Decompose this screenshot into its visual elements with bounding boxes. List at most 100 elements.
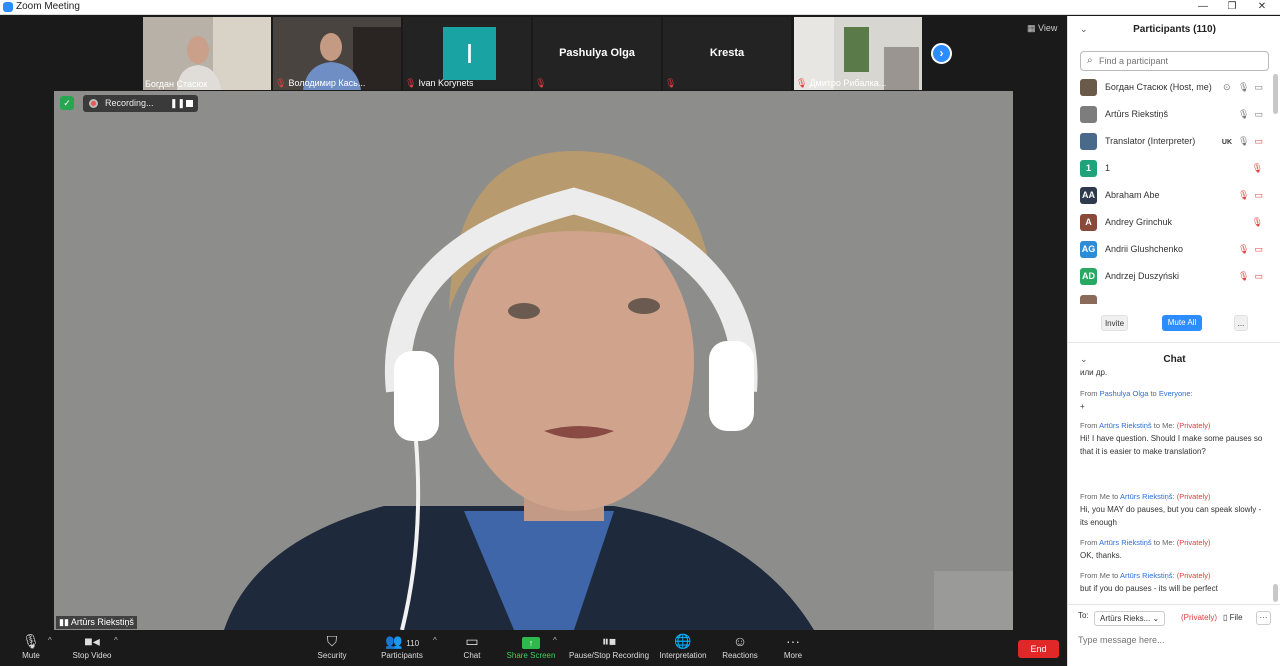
tile-name: 🎙 — [535, 78, 548, 89]
chat-message: From Artūrs Riekstiņš to Me: (Privately)… — [1080, 538, 1211, 560]
stop-video-button[interactable]: ■◂ Stop Video — [68, 632, 116, 660]
panel-divider — [1068, 342, 1280, 343]
maximize-button[interactable]: ❐ — [1218, 0, 1246, 15]
recording-dot-icon — [89, 99, 98, 108]
chat-button[interactable]: ▭ Chat — [460, 632, 484, 660]
muted-mic-icon: 🎙 — [1238, 190, 1250, 200]
end-meeting-button[interactable]: End — [1018, 640, 1059, 658]
muted-mic-icon: 🎙 — [275, 78, 287, 88]
mute-all-button[interactable]: Mute All — [1162, 315, 1202, 331]
avatar — [1080, 295, 1097, 304]
participant-row[interactable]: 1 1 🎙 — [1068, 156, 1273, 183]
stop-recording-icon[interactable] — [186, 100, 193, 107]
participant-search-input[interactable] — [1099, 54, 1264, 68]
chat-message: From Pashulya Olga to Everyone: + — [1080, 389, 1193, 411]
chat-scrollbar[interactable] — [1273, 584, 1278, 602]
tile-name: Богдан Стасюк — [145, 79, 208, 89]
tile-name: 🎙 Дмитро Рибалка... — [796, 78, 887, 88]
participant-row[interactable]: Artūrs Riekstiņš 🎙 ▭ — [1068, 102, 1273, 129]
ellipsis-icon: ··· — [786, 633, 800, 649]
avatar: AG — [1080, 241, 1097, 258]
participants-caret-icon[interactable]: ^ — [433, 636, 437, 645]
participant-row[interactable]: AG Andrii Glushchenko 🎙 ▭ — [1068, 237, 1273, 264]
close-button[interactable]: ✕ — [1248, 0, 1276, 15]
chat-message: From Me to Artūrs Riekstiņš: (Privately)… — [1080, 571, 1218, 593]
participants-button[interactable]: 👥 110 Participants — [378, 632, 426, 660]
video-tile[interactable]: 🎙 Дмитро Рибалка... — [794, 17, 922, 90]
recording-indicator: Recording... ❚❚ — [83, 95, 198, 112]
participants-list: Богдан Стасюк (Host, me) ⊙ 🎙 ▭ Artūrs Ri… — [1068, 75, 1273, 304]
muted-mic-icon: 🎙 — [1238, 271, 1250, 281]
muted-mic-icon: 🎙 — [1251, 217, 1263, 227]
pause-recording-icon[interactable]: ❚❚ — [170, 98, 185, 109]
security-button[interactable]: ⛉ Security — [314, 632, 350, 660]
tile-name: 🎙 Ivan Korynets — [405, 78, 474, 88]
chat-bubble-icon: ▭ — [465, 633, 479, 649]
tile-center-name: Kresta — [709, 47, 745, 59]
muted-mic-icon: 🎙 — [1251, 163, 1263, 173]
audio-options-caret-icon[interactable]: ^ — [48, 636, 52, 645]
interpretation-button[interactable]: 🌐 Interpretation — [656, 632, 710, 660]
meeting-area: Богдан Стасюк 🎙 Володимир Кась... I 🎙 Ivan… — [0, 16, 1067, 630]
mute-button[interactable]: 🎙 Mute — [18, 632, 44, 660]
chat-messages: или др. From Pashulya Olga to Everyone: … — [1068, 366, 1273, 598]
pause-stop-recording-button[interactable]: ⏸⏹ Pause/Stop Recording — [567, 632, 651, 660]
chat-title: Chat — [1163, 354, 1186, 365]
video-off-icon: ▭ — [1254, 244, 1263, 254]
chat-input-divider — [1068, 604, 1280, 605]
next-page-arrow-icon[interactable]: › — [931, 43, 952, 64]
video-icon: ▭ — [1254, 82, 1263, 92]
avatar — [1080, 106, 1097, 123]
security-shield-icon[interactable]: ✓ — [60, 96, 74, 110]
participant-row[interactable] — [1068, 291, 1273, 304]
participant-row[interactable]: Translator (Interpreter) UK 🎙 ▭ — [1068, 129, 1273, 156]
participants-more-button[interactable]: ... — [1234, 315, 1248, 331]
share-options-caret-icon[interactable]: ^ — [553, 636, 557, 645]
invite-button[interactable]: Invite — [1101, 315, 1128, 331]
side-panel: ⌄ Participants (110) ⌕ Богдан Стасюк (Ho… — [1067, 16, 1280, 666]
active-speaker-video: ✓ Recording... ❚❚ ▮▮ Artūrs Riekstiņš — [54, 91, 1013, 630]
video-tile[interactable]: 🎙 Володимир Кась... — [273, 17, 401, 90]
title-bar: Zoom Meeting — ❐ ✕ — [0, 0, 1280, 15]
more-button[interactable]: ··· More — [780, 632, 806, 660]
chat-message: From Me to Artūrs Riekstiņš: (Privately)… — [1080, 492, 1262, 527]
video-camera-icon: ■◂ — [84, 633, 100, 649]
video-tile[interactable]: Богдан Стасюк — [143, 17, 271, 90]
video-tile[interactable]: Kresta 🎙 — [663, 17, 791, 90]
chat-more-button[interactable]: ··· — [1256, 611, 1271, 625]
globe-icon: 🌐 — [674, 633, 692, 649]
participant-row[interactable]: Богдан Стасюк (Host, me) ⊙ 🎙 ▭ — [1068, 75, 1273, 102]
to-label: To: — [1078, 611, 1089, 620]
muted-mic-icon: 🎙 — [665, 78, 677, 88]
tile-center-name: Pashulya Olga — [559, 47, 635, 59]
video-icon: ▭ — [1254, 109, 1263, 119]
avatar: A — [1080, 214, 1097, 231]
recording-icon: ⊙ — [1222, 82, 1231, 92]
participant-row[interactable]: A Andrey Grinchuk 🎙 — [1068, 210, 1273, 237]
minimize-button[interactable]: — — [1189, 0, 1217, 15]
chat-message-input[interactable] — [1078, 632, 1268, 648]
reactions-button[interactable]: ☺ Reactions — [720, 632, 760, 660]
tile-name: 🎙 — [665, 78, 678, 89]
video-off-icon: ▭ — [1254, 190, 1263, 200]
recipient-select[interactable]: Artūrs Rieks... ⌄ — [1094, 611, 1166, 626]
video-tile[interactable]: Pashulya Olga 🎙 — [533, 17, 661, 90]
share-screen-button[interactable]: ↑ Share Screen — [505, 632, 557, 660]
meeting-toolbar: 🎙 Mute ^ ■◂ Stop Video ^ ⛉ Security 👥 11… — [0, 630, 1067, 666]
participant-row[interactable]: AD Andrzej Duszyński 🎙 ▭ — [1068, 264, 1273, 291]
shield-icon: ⛉ — [326, 633, 338, 649]
view-button[interactable]: ▦ View — [1027, 23, 1057, 34]
chat-message: или др. — [1080, 368, 1108, 377]
avatar: AD — [1080, 268, 1097, 285]
mic-icon: 🎙 — [1238, 82, 1250, 92]
language-badge: UK — [1221, 139, 1233, 146]
video-tile[interactable]: I 🎙 Ivan Korynets — [403, 17, 531, 90]
search-icon: ⌕ — [1087, 55, 1093, 66]
participants-scrollbar[interactable] — [1273, 74, 1278, 114]
video-options-caret-icon[interactable]: ^ — [114, 636, 118, 645]
participants-icon: 👥 110 — [384, 633, 420, 649]
participant-search[interactable]: ⌕ — [1080, 51, 1269, 71]
file-button[interactable]: ▯ File — [1223, 613, 1243, 622]
participant-row[interactable]: AA Abraham Abe 🎙 ▭ — [1068, 183, 1273, 210]
tile-name: 🎙 Володимир Кась... — [275, 78, 366, 88]
